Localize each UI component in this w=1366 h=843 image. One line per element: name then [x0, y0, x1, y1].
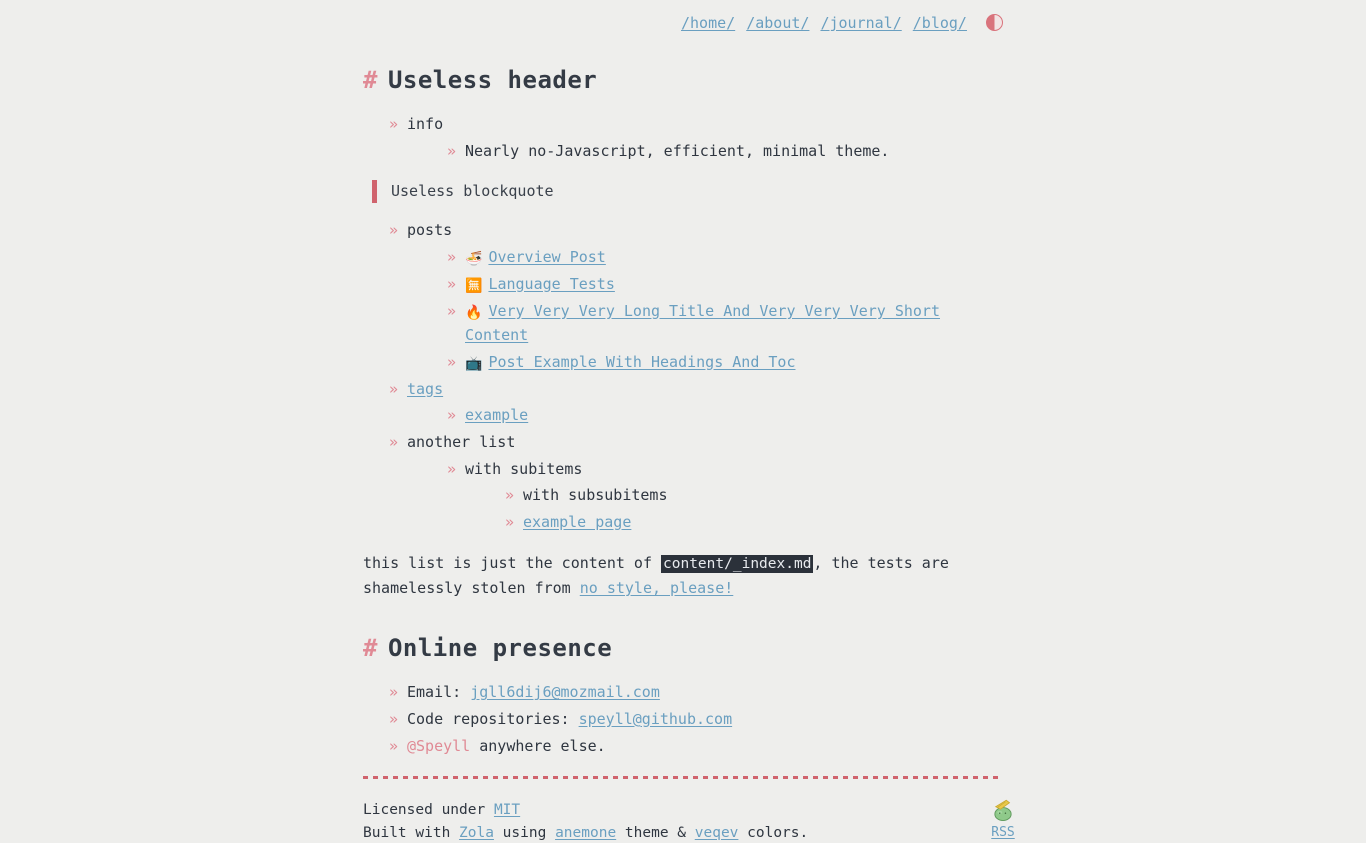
bullet-icon: »	[389, 115, 399, 134]
bullet-icon: »	[505, 513, 515, 532]
list-item: » Code repositories: speyll@github.com	[389, 708, 1003, 732]
mit-license-link[interactable]: MIT	[494, 802, 520, 818]
bullet-icon: »	[447, 459, 457, 478]
footer-divider	[363, 776, 1003, 780]
veqev-colors-link[interactable]: veqev	[695, 825, 739, 841]
bullet-icon: »	[389, 379, 399, 398]
built-prefix: Built with	[363, 824, 460, 841]
page-title-text: Useless header	[387, 66, 598, 94]
another-subsublist: » with subsubitems » example page	[465, 484, 1003, 534]
online-presence-title: # Online presence	[363, 630, 1003, 667]
posts-sublist: » 🍜 Overview Post » 🈚 Language Tests » 🔥 Ve…	[407, 246, 1003, 375]
anemone-theme-link[interactable]: anemone	[555, 825, 616, 841]
license-prefix: Licensed under	[363, 802, 494, 819]
posts-label: posts	[407, 220, 453, 239]
colors-suffix-text: colors.	[738, 824, 809, 841]
list-item: » another list » with subitems » with su…	[389, 431, 1003, 535]
another-sublist: » with subitems » with subsubitems » exa…	[407, 458, 1003, 535]
page-title: # Useless header	[363, 62, 1003, 99]
built-with-line: Built with Zola using anemone theme & ve…	[363, 824, 1003, 843]
bullet-icon: »	[447, 141, 457, 160]
email-label: Email:	[407, 683, 471, 702]
code-repositories-label: Code repositories:	[407, 709, 579, 728]
info-label: info	[407, 115, 444, 134]
japanese-free-of-charge-icon: 🈚	[465, 277, 483, 294]
email-link[interactable]: jgll6dij6@mozmail.com	[470, 683, 660, 701]
nav-link-journal[interactable]: /journal/	[820, 14, 901, 32]
hash-icon: #	[363, 633, 378, 662]
handle-suffix: anywhere else.	[470, 736, 606, 755]
list-item: » 🈚 Language Tests	[447, 273, 1003, 297]
blockquote-text: Useless blockquote	[391, 181, 554, 200]
rss-mascot-icon	[994, 799, 1012, 822]
nav-link-home[interactable]: /home/	[681, 14, 735, 32]
another-list-label: another list	[407, 433, 516, 451]
theme-suffix-text: theme &	[616, 824, 695, 841]
bullet-icon: »	[389, 709, 399, 728]
paragraph-text-before: this list is just the content of	[363, 553, 662, 572]
bullet-icon: »	[505, 486, 515, 505]
inline-code-path: content/_index.md	[661, 554, 814, 573]
bullet-icon: »	[447, 301, 457, 320]
tag-link-example[interactable]: example	[465, 406, 528, 424]
zola-link[interactable]: Zola	[459, 825, 494, 841]
television-icon: 📺	[465, 355, 483, 372]
blockquote: Useless blockquote	[372, 179, 1003, 203]
list-item: » posts » 🍜 Overview Post » 🈚 Language Tes…	[389, 219, 1003, 375]
online-presence-title-text: Online presence	[387, 633, 613, 662]
list-item: » Nearly no-Javascript, efficient, minim…	[447, 140, 1003, 164]
main-list: » posts » 🍜 Overview Post » 🈚 Language Tes…	[363, 219, 1003, 535]
hash-icon: #	[363, 66, 378, 94]
bullet-icon: »	[447, 247, 457, 266]
nav-link-blog[interactable]: /blog/	[913, 14, 967, 32]
bullet-icon: »	[389, 220, 399, 239]
no-style-please-link[interactable]: no style, please!	[580, 579, 734, 597]
info-sublist: » Nearly no-Javascript, efficient, minim…	[407, 140, 1003, 164]
bullet-icon: »	[389, 683, 399, 702]
steaming-bowl-icon: 🍜	[465, 250, 483, 267]
list-item: » tags » example	[389, 378, 1003, 428]
subitems-label: with subitems	[465, 459, 583, 478]
list-item: » Email: jgll6dij6@mozmail.com	[389, 681, 1003, 705]
example-page-link[interactable]: example page	[523, 513, 631, 531]
fire-icon: 🔥	[465, 304, 483, 321]
list-item: » @Speyll anywhere else.	[389, 735, 1003, 759]
intro-paragraph: this list is just the content of content…	[363, 551, 1003, 600]
list-item: » 🔥 Very Very Very Long Title And Very Ve…	[447, 300, 1003, 348]
tags-link[interactable]: tags	[407, 380, 443, 398]
tags-sublist: » example	[407, 404, 1003, 428]
site-nav: /home/ /about/ /journal/ /blog/	[363, 14, 1003, 32]
list-item: » example page	[505, 511, 1003, 535]
site-footer: Licensed under MIT Built with Zola using…	[363, 799, 1015, 843]
list-item: » 🍜 Overview Post	[447, 246, 1003, 270]
using-text: using	[493, 824, 556, 841]
post-link-headings-toc[interactable]: Post Example With Headings And Toc	[488, 353, 795, 371]
github-link[interactable]: speyll@github.com	[579, 710, 733, 728]
page-container: /home/ /about/ /journal/ /blog/ # Useless…	[363, 0, 1015, 843]
online-presence-list: » Email: jgll6dij6@mozmail.com » Code re…	[363, 681, 1003, 758]
list-item: » example	[447, 404, 1003, 428]
list-item: » 📺 Post Example With Headings And Toc	[447, 351, 1003, 375]
bullet-icon: »	[447, 274, 457, 293]
post-link-overview[interactable]: Overview Post	[488, 248, 605, 266]
post-link-language-tests[interactable]: Language Tests	[488, 275, 614, 293]
subsubitems-label: with subsubitems	[523, 486, 668, 505]
license-line: Licensed under MIT	[363, 801, 1003, 821]
half-circle-icon[interactable]	[986, 14, 1003, 31]
info-list: » info » Nearly no-Javascript, efficient…	[363, 113, 1003, 163]
rss-block: RSS	[981, 797, 1025, 843]
bullet-icon: »	[447, 406, 457, 425]
bullet-icon: »	[447, 352, 457, 371]
bullet-icon: »	[389, 736, 399, 755]
list-item: » with subitems » with subsubitems » exa…	[447, 458, 1003, 535]
bullet-icon: »	[389, 433, 399, 451]
handle-text: @Speyll	[407, 736, 471, 755]
list-item: » info » Nearly no-Javascript, efficient…	[389, 113, 1003, 163]
nav-link-about[interactable]: /about/	[746, 14, 809, 32]
rss-link[interactable]: RSS	[991, 824, 1014, 842]
list-item: » with subsubitems	[505, 484, 1003, 508]
post-link-long-title[interactable]: Very Very Very Long Title And Very Very …	[465, 302, 940, 344]
info-detail: Nearly no-Javascript, efficient, minimal…	[465, 141, 890, 160]
